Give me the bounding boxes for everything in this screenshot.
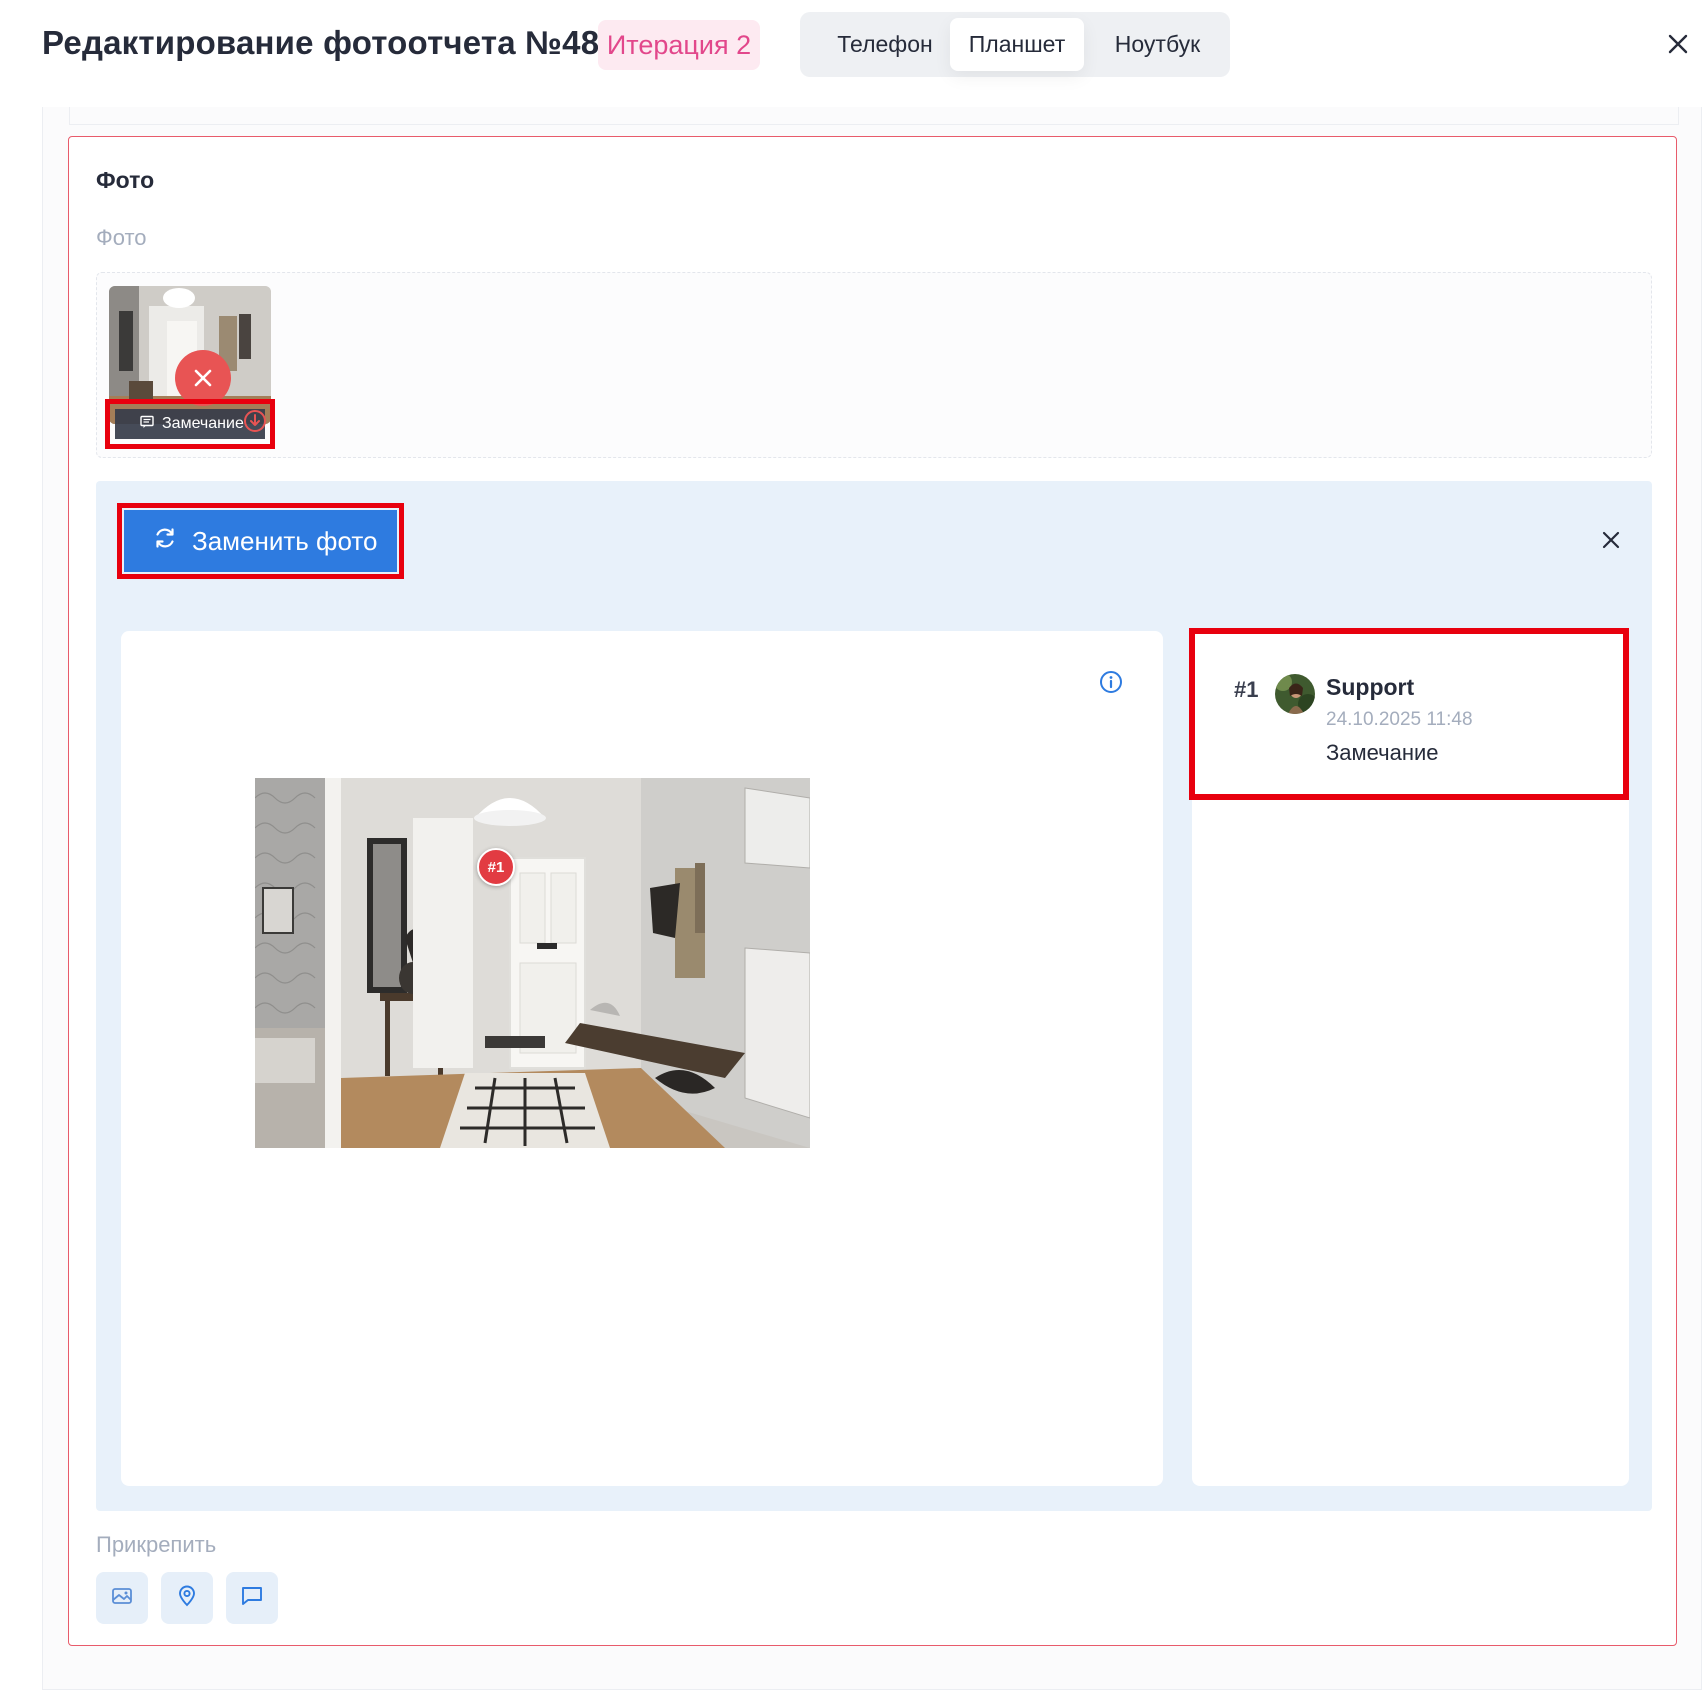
attach-image-button[interactable] [96, 1572, 148, 1624]
close-editor-icon[interactable] [1596, 525, 1626, 555]
attach-location-button[interactable] [161, 1572, 213, 1624]
device-switcher: Телефон Планшет Ноутбук [800, 12, 1230, 77]
refresh-icon [152, 525, 178, 558]
field-title: Фото [96, 167, 155, 193]
previous-section-edge [69, 107, 1679, 125]
replace-photo-label: Заменить фото [192, 525, 378, 556]
remove-photo-button[interactable] [175, 350, 231, 406]
hallway-photo[interactable] [254, 778, 811, 1148]
iteration-badge: Итерация 2 [598, 20, 760, 70]
comments-panel: #1 Support 24.10.2025 11:48 Замечание [1189, 628, 1629, 1486]
comment-icon [240, 1584, 264, 1613]
page-title: Редактирование фотоотчета №48 [42, 24, 600, 61]
thumbnail-note-label: Замечание [162, 415, 244, 432]
attach-comment-button[interactable] [226, 1572, 278, 1624]
comment-item[interactable]: #1 Support 24.10.2025 11:48 Замечание [1189, 628, 1629, 800]
tab-phone[interactable]: Телефон [810, 18, 960, 71]
field-sublabel: Фото [96, 225, 147, 250]
comment-author: Support [1326, 674, 1415, 700]
modal-header: Редактирование фотоотчета №48 Итерация 2… [0, 0, 1708, 98]
info-icon[interactable] [1098, 669, 1124, 695]
tab-tablet[interactable]: Планшет [950, 18, 1084, 71]
photo-editor-panel: Заменить фото #1 #1 Support 24.10.2025 1… [96, 481, 1652, 1511]
tab-laptop[interactable]: Ноутбук [1090, 18, 1225, 71]
avatar [1275, 674, 1315, 714]
thumbnail-note-highlight: Замечание [105, 399, 275, 449]
close-modal-icon[interactable] [1662, 28, 1694, 60]
comment-marker[interactable]: #1 [477, 848, 515, 886]
photo-canvas[interactable]: #1 [121, 631, 1163, 1486]
download-icon[interactable] [242, 408, 268, 434]
replace-photo-highlight: Заменить фото [117, 503, 404, 579]
comment-text: Замечание [1326, 740, 1439, 765]
attach-label: Прикрепить [96, 1532, 217, 1557]
image-icon [110, 1584, 134, 1613]
photo-dropzone[interactable]: Замечание [96, 272, 1652, 458]
photo-field-card: Фото Фото Замечание Заменить фото #1 #1 … [68, 136, 1677, 1646]
comment-number: #1 [1234, 677, 1259, 702]
replace-photo-button[interactable]: Заменить фото [124, 510, 397, 572]
map-pin-icon [175, 1584, 199, 1613]
comment-date: 24.10.2025 11:48 [1326, 709, 1473, 730]
comment-icon [140, 415, 154, 434]
